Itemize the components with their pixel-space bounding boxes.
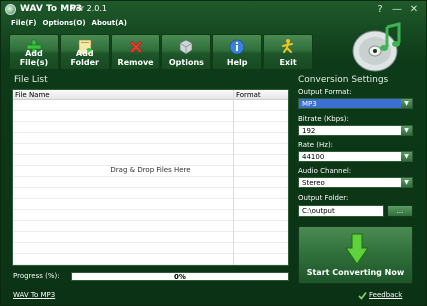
column-file-name[interactable]: File Name [15,91,50,99]
settings-title: Conversion Settings [298,75,389,85]
app-icon [5,4,16,15]
options-label: Options [168,58,204,67]
start-converting-button[interactable]: Start Converting Now [298,226,413,284]
output-folder-input[interactable]: C:\output [298,205,384,217]
menu-options[interactable]: Options(O) [43,19,86,31]
bitrate-select[interactable]: 192 ▼ [298,125,413,136]
add-folder-label: Add Folder [70,49,99,67]
rate-select[interactable]: 44100 ▼ [298,151,413,162]
file-list-rows [13,100,288,266]
output-format-label: Output Format: [298,88,352,96]
chevron-down-icon: ▼ [401,152,412,161]
progress-bar: 0% [71,272,289,281]
rate-label: Rate (Hz): [298,141,334,149]
feedback-link[interactable]: Feedback [369,291,402,299]
app-home-link[interactable]: WAV To MP3 [13,291,55,299]
audio-channel-value: Stereo [302,179,325,187]
title-bar: WAV To MP3 Ver 2.0.1 ? — ✕ [1,1,427,19]
help-icon [229,39,245,55]
app-window: WAV To MP3 Ver 2.0.1 ? — ✕ File(F) Optio… [0,0,427,306]
chevron-down-icon: ▼ [401,126,412,135]
menu-file[interactable]: File(F) [11,19,37,31]
audio-channel-select[interactable]: Stereo ▼ [298,177,413,188]
bitrate-label: Bitrate (Kbps): [298,115,349,123]
audio-channel-label: Audio Channel: [298,167,352,175]
help-window-button[interactable]: ? [374,4,386,16]
minimize-button[interactable]: — [391,4,403,16]
progress-label: Progress (%): [13,272,60,280]
browse-button[interactable]: ... [387,205,413,217]
file-list-header: File Name Format [13,90,288,100]
cd-music-icon [352,22,401,72]
add-files-button[interactable]: Add File(s) [9,34,59,70]
bitrate-value: 192 [302,127,316,135]
remove-label: Remove [117,58,154,67]
column-format[interactable]: Format [236,91,261,99]
help-label: Help [226,58,248,67]
feedback-icon [358,292,367,300]
output-format-value: MP3 [302,100,317,108]
remove-button[interactable]: Remove [110,34,161,70]
help-button[interactable]: Help [212,34,263,70]
drop-hint: Drag & Drop Files Here [110,166,191,174]
add-folder-button[interactable]: Add Folder [59,34,110,70]
column-divider [233,90,234,265]
toolbar: Add File(s) Add Folder Remove Options He… [9,34,313,70]
output-folder-value: C:\output [302,207,335,215]
close-button[interactable]: ✕ [408,4,420,16]
file-list-title: File List [14,75,48,85]
options-icon [180,39,193,55]
remove-icon [129,40,142,54]
progress-text: 0% [174,273,186,281]
menu-bar: File(F) Options(O) About(A) [11,19,127,31]
app-version: Ver 2.0.1 [71,4,107,13]
add-files-label: Add File(s) [19,49,49,67]
menu-about[interactable]: About(A) [92,19,127,31]
exit-button[interactable]: Exit [263,34,313,70]
chevron-down-icon: ▼ [401,99,412,108]
file-list[interactable]: File Name Format Drag & Drop Files Here [12,89,289,266]
rate-value: 44100 [302,153,325,161]
output-folder-label: Output Folder: [298,194,349,202]
chevron-down-icon: ▼ [401,178,412,187]
output-format-select[interactable]: MP3 ▼ [298,98,413,109]
arrow-down-icon [345,233,369,265]
options-button[interactable]: Options [161,34,212,70]
start-converting-label: Start Converting Now [306,268,405,277]
exit-label: Exit [279,58,297,67]
exit-icon [282,39,294,53]
